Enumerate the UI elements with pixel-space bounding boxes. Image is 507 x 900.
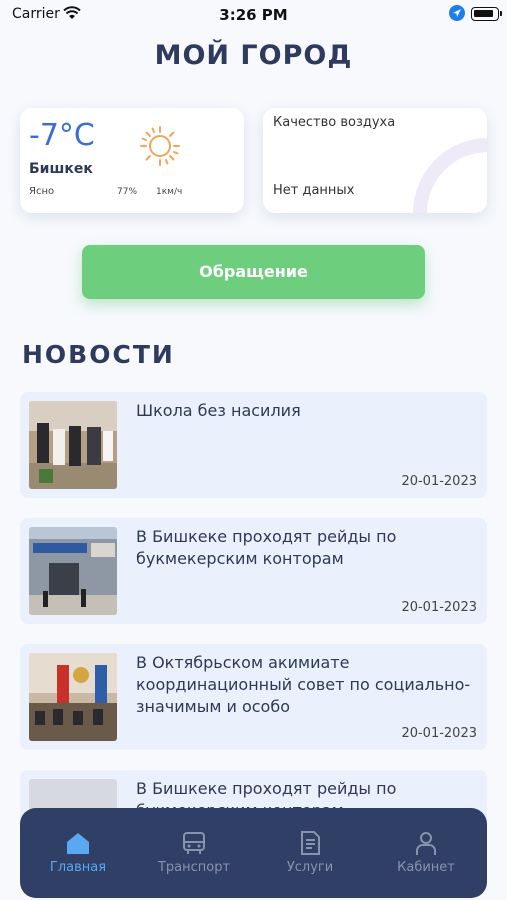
location-icon [449, 5, 465, 25]
wind-value: 1км/ч [156, 187, 183, 197]
news-item[interactable]: В Октябрьском акимиате координационный с… [20, 644, 487, 750]
tab-cabinet[interactable]: Кабинет [368, 808, 484, 898]
news-item[interactable]: Школа без насилия 20-01-2023 [20, 392, 487, 498]
battery-icon [471, 7, 502, 21]
air-quality-card[interactable]: Качество воздуха Нет данных [263, 108, 487, 213]
tab-label: Услуги [286, 860, 334, 875]
humidity-value: 77% [117, 187, 138, 197]
news-thumbnail [29, 401, 117, 489]
bus-icon [136, 830, 252, 858]
user-icon [368, 830, 484, 858]
weather-description: Ясно [29, 186, 55, 197]
air-quality-value: Нет данных [273, 183, 355, 198]
news-thumbnail [29, 527, 117, 615]
news-date: 20-01-2023 [401, 726, 477, 741]
tab-label: Главная [49, 860, 107, 875]
home-icon [20, 830, 136, 858]
news-date: 20-01-2023 [401, 600, 477, 615]
sun-icon [138, 124, 182, 172]
news-title: Школа без насилия [136, 401, 301, 420]
tab-label: Кабинет [397, 860, 455, 875]
news-heading: НОВОСТИ [22, 340, 175, 369]
tab-services[interactable]: Услуги [252, 808, 368, 898]
air-quality-title: Качество воздуха [273, 115, 396, 130]
weather-card[interactable]: -7°C Бишкек Ясно 77% 1км/ч [20, 108, 244, 213]
news-date: 20-01-2023 [401, 474, 477, 489]
news-thumbnail [29, 653, 117, 741]
news-item[interactable]: В Бишкеке проходят рейды по букмекерским… [20, 518, 487, 624]
air-quality-gauge [413, 138, 487, 213]
appeal-button[interactable]: Обращение [82, 245, 425, 299]
tab-label: Транспорт [157, 860, 231, 875]
tab-transport[interactable]: Транспорт [136, 808, 252, 898]
status-bar: Carrier 3:26 PM [0, 0, 507, 30]
status-time: 3:26 PM [219, 6, 288, 24]
temperature-value: -7°C [29, 118, 95, 153]
tab-bar: Главная Транспорт Услуги Кабинет [20, 808, 487, 898]
page-title: МОЙ ГОРОД [154, 40, 353, 71]
document-icon [252, 830, 368, 858]
news-title: В Октябрьском акимиате координационный с… [136, 653, 471, 716]
tab-home[interactable]: Главная [20, 808, 136, 898]
news-title: В Бишкеке проходят рейды по букмекерским… [136, 527, 397, 568]
city-name: Бишкек [29, 161, 93, 177]
